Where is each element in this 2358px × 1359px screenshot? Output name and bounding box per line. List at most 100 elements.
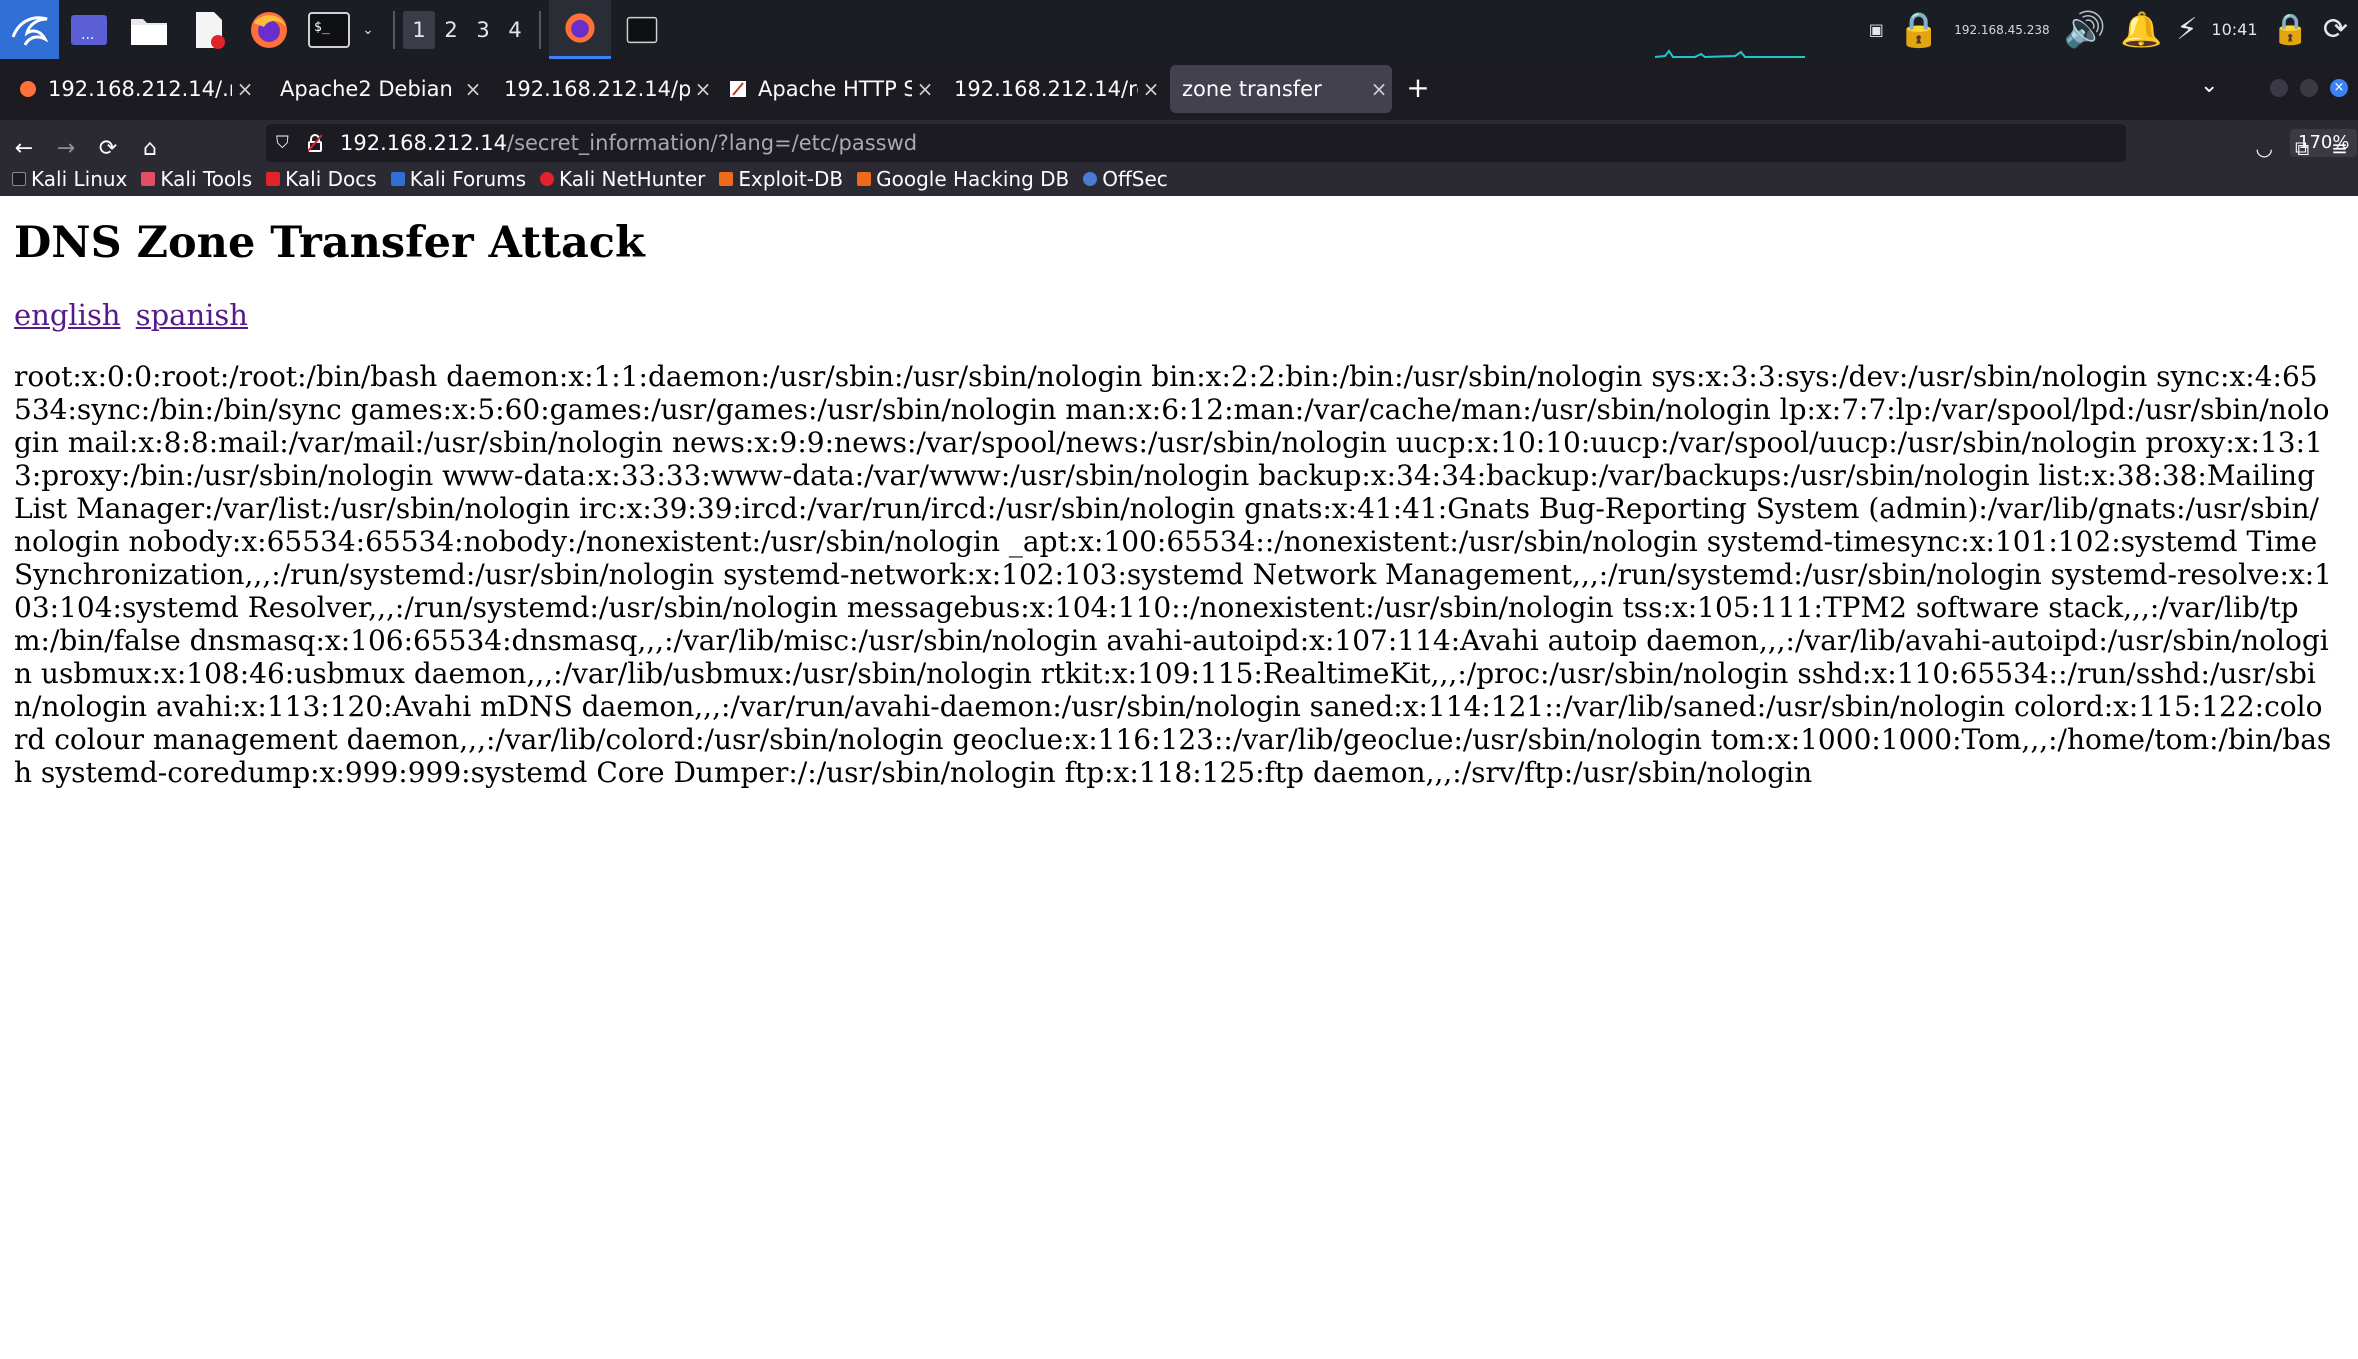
refresh-icon[interactable]: ⟳ bbox=[2323, 12, 2348, 47]
bookmark-offsec[interactable]: OffSec bbox=[1083, 167, 1168, 191]
kali-dragon-icon bbox=[12, 172, 26, 186]
files-icon[interactable] bbox=[119, 0, 179, 59]
bookmark-kali-nethunter[interactable]: Kali NetHunter bbox=[540, 167, 705, 191]
bookmark-kali-linux[interactable]: Kali Linux bbox=[12, 167, 127, 191]
network-graph-icon bbox=[1655, 49, 1805, 58]
reload-icon[interactable]: ⟳ bbox=[90, 130, 126, 166]
tab-zone-transfer[interactable]: zone transfer × bbox=[1170, 65, 1392, 113]
list-all-tabs-icon[interactable]: ⌄ bbox=[2200, 73, 2218, 98]
bookmark-label: Kali NetHunter bbox=[559, 167, 706, 191]
tab-robots[interactable]: 192.168.212.14/robots.txt × bbox=[942, 65, 1164, 113]
close-window-button[interactable]: × bbox=[2330, 79, 2348, 97]
exploit-db-icon bbox=[719, 172, 734, 186]
bookmark-label: Kali Forums bbox=[409, 167, 527, 191]
tab-close-icon[interactable]: × bbox=[460, 77, 486, 101]
url-path: /secret_information/?lang=/etc/passwd bbox=[507, 131, 918, 155]
bookmark-label: OffSec bbox=[1102, 167, 1168, 191]
new-tab-button[interactable]: + bbox=[1400, 71, 1436, 104]
screenshot-icon[interactable]: ▣ bbox=[1869, 20, 1884, 39]
bookmark-google-hacking-db[interactable]: Google Hacking DB bbox=[857, 167, 1069, 191]
tab-close-icon[interactable]: × bbox=[1138, 77, 1164, 101]
tab-robots-hidden[interactable]: 192.168.212.14/.robots.txt × bbox=[6, 65, 258, 113]
text-editor-icon[interactable] bbox=[179, 0, 239, 59]
tab-strip: 192.168.212.14/.robots.txt × Apache2 Deb… bbox=[0, 59, 2358, 120]
kali-menu-icon[interactable] bbox=[0, 0, 59, 59]
tab-title: Apache2 Debian Default Page bbox=[280, 77, 460, 101]
terminal-icon[interactable]: $_ bbox=[299, 0, 359, 59]
page-title: DNS Zone Transfer Attack bbox=[14, 218, 645, 268]
svg-text:...: ... bbox=[81, 27, 94, 43]
minimize-button[interactable] bbox=[2270, 79, 2288, 97]
panel-separator bbox=[539, 10, 541, 49]
desktop-icon[interactable]: ... bbox=[59, 0, 119, 59]
tracking-shield-icon[interactable]: ⛉ bbox=[276, 133, 298, 153]
bookmark-label: Exploit-DB bbox=[738, 167, 844, 191]
pocket-icon[interactable]: ◡ bbox=[2256, 136, 2273, 160]
spanish-link[interactable]: spanish bbox=[136, 298, 248, 332]
firefox-icon[interactable] bbox=[239, 0, 299, 59]
taskbar-terminal-icon[interactable] bbox=[611, 0, 673, 59]
workspace-2[interactable]: 2 bbox=[435, 18, 467, 42]
tab-title: Apache HTTP Server bbox=[758, 77, 912, 101]
nethunter-icon bbox=[540, 172, 555, 186]
panel-separator bbox=[393, 10, 395, 49]
power-icon[interactable]: ⚡ bbox=[2176, 12, 2197, 47]
tab-title: 192.168.212.14/public bbox=[504, 77, 690, 101]
bookmark-kali-forums[interactable]: Kali Forums bbox=[390, 167, 527, 191]
volume-icon[interactable]: 🔊 bbox=[2064, 10, 2106, 50]
workspace-switcher: 1 2 3 4 bbox=[385, 0, 549, 59]
chevron-down-icon[interactable]: ⌄ bbox=[359, 0, 377, 59]
english-link[interactable]: english bbox=[14, 298, 121, 332]
lock-icon[interactable]: 🔒 bbox=[2272, 12, 2309, 47]
kali-tools-icon bbox=[141, 172, 156, 186]
maximize-button[interactable] bbox=[2300, 79, 2318, 97]
tab-close-icon[interactable]: × bbox=[232, 77, 258, 101]
apache-feather-icon bbox=[728, 79, 748, 99]
workspace-3[interactable]: 3 bbox=[467, 18, 499, 42]
bookmark-label: Kali Docs bbox=[285, 167, 377, 191]
bookmark-label: Kali Tools bbox=[160, 167, 253, 191]
forward-icon[interactable]: → bbox=[48, 130, 84, 166]
insecure-lock-icon[interactable] bbox=[308, 134, 330, 152]
offsec-icon bbox=[1083, 172, 1098, 186]
bell-icon[interactable]: 🔔 bbox=[2120, 10, 2162, 50]
tab-apache-http[interactable]: Apache HTTP Server × bbox=[716, 65, 938, 113]
clock: 10:41 bbox=[2211, 20, 2258, 39]
bookmark-label: Kali Linux bbox=[31, 167, 128, 191]
bookmark-exploit-db[interactable]: Exploit-DB bbox=[719, 167, 843, 191]
bookmark-kali-docs[interactable]: Kali Docs bbox=[266, 167, 377, 191]
svg-text:$_: $_ bbox=[314, 20, 330, 35]
window-controls: × bbox=[2270, 79, 2348, 97]
home-icon[interactable]: ⌂ bbox=[132, 130, 168, 166]
taskbar-firefox-icon[interactable] bbox=[549, 0, 611, 59]
tab-title: zone transfer bbox=[1182, 77, 1322, 101]
firefox-favicon-icon bbox=[18, 79, 38, 99]
hamburger-menu-icon[interactable]: ≡ bbox=[2331, 136, 2348, 160]
tab-public[interactable]: 192.168.212.14/public × bbox=[492, 65, 716, 113]
language-links: english spanish bbox=[14, 298, 2344, 332]
ghdb-icon bbox=[857, 172, 872, 186]
url-host: 192.168.212.14 bbox=[340, 131, 507, 155]
network-lock-icon[interactable]: 🔒 bbox=[1898, 10, 1940, 50]
page-content: DNS Zone Transfer Attack english spanish… bbox=[0, 196, 2358, 1359]
top-panel: ... $_ ⌄ 1 2 3 4 ▣ 🔒 192.168.45.238 🔊 🔔 … bbox=[0, 0, 2358, 59]
system-tray: ▣ 🔒 192.168.45.238 🔊 🔔 ⚡ 10:41 🔒 ⟳ bbox=[1869, 0, 2358, 59]
extensions-icon[interactable]: ⧉ bbox=[2295, 136, 2309, 160]
workspace-1[interactable]: 1 bbox=[403, 10, 435, 49]
bookmarks-toolbar: Kali Linux Kali Tools Kali Docs Kali For… bbox=[0, 162, 2358, 196]
url-text[interactable]: 192.168.212.14/secret_information/?lang=… bbox=[340, 131, 917, 155]
kali-forums-icon bbox=[390, 172, 405, 186]
bookmark-label: Google Hacking DB bbox=[876, 167, 1070, 191]
tab-close-icon[interactable]: × bbox=[1366, 77, 1392, 101]
tab-close-icon[interactable]: × bbox=[690, 77, 716, 101]
tab-apache-default[interactable]: Apache2 Debian Default Page × bbox=[268, 65, 486, 113]
workspace-4[interactable]: 4 bbox=[499, 18, 531, 42]
bookmark-kali-tools[interactable]: Kali Tools bbox=[141, 167, 252, 191]
tab-title: 192.168.212.14/.robots.txt bbox=[48, 77, 232, 101]
back-icon[interactable]: ← bbox=[6, 130, 42, 166]
tab-title: 192.168.212.14/robots.txt bbox=[954, 77, 1138, 101]
tab-close-icon[interactable]: × bbox=[912, 77, 938, 101]
url-bar[interactable]: ⛉ 192.168.212.14/secret_information/?lan… bbox=[266, 124, 2358, 162]
kali-docs-icon bbox=[266, 172, 281, 186]
passwd-file-output: root:x:0:0:root:/root:/bin/bash daemon:x… bbox=[14, 359, 2332, 789]
